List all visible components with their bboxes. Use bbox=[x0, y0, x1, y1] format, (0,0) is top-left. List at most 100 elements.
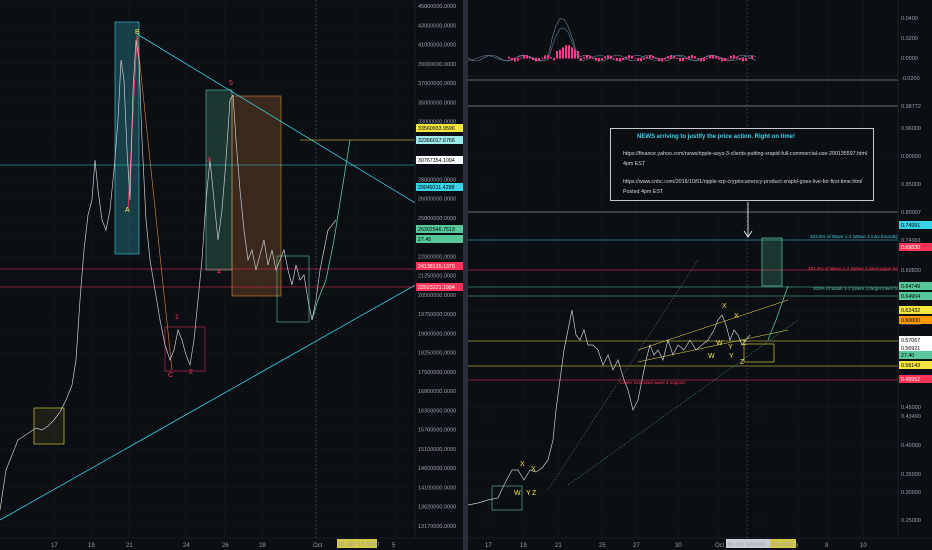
indicator-bar bbox=[727, 58, 729, 59]
wxyz-box-2 bbox=[743, 343, 775, 363]
indicator-bar bbox=[520, 57, 522, 59]
fib-label-200: 200% of Wave 1-2 (wave 3 target lower bo… bbox=[813, 286, 912, 291]
indicator-bar bbox=[535, 58, 537, 62]
indicator-tick: -0.0200 bbox=[901, 76, 920, 82]
indicator-bar bbox=[664, 58, 666, 60]
indicator-bar bbox=[583, 57, 585, 59]
right-crosshair-time2: 23:30 bbox=[780, 542, 793, 548]
wave-label-x1: X bbox=[520, 461, 525, 468]
wave-label-y1: Y bbox=[526, 490, 531, 497]
wave-label-x3: X bbox=[722, 303, 727, 310]
wave-3-box bbox=[205, 89, 233, 271]
indicator-bar bbox=[706, 58, 708, 59]
left-price-tick: 22000000.0000 bbox=[418, 254, 456, 260]
wave-label-1: 1 bbox=[175, 314, 179, 321]
wave-label-w1: W bbox=[514, 490, 521, 497]
indicator-bar bbox=[673, 56, 675, 59]
indicator-bar bbox=[577, 50, 579, 59]
right-price-tick: 0.96000 bbox=[901, 126, 921, 132]
wave-label-w2: W bbox=[708, 353, 715, 360]
indicator-bar bbox=[574, 49, 576, 59]
indicator-bar bbox=[637, 58, 639, 61]
indicator-tick: 0.0000 bbox=[901, 56, 918, 62]
left-price-tick: 17500000.0000 bbox=[418, 370, 456, 376]
right-date-tick: 27 bbox=[633, 543, 640, 549]
indicator-bar bbox=[700, 58, 702, 62]
right-date-axis[interactable]: 171921252730Oct46810 bbox=[485, 543, 867, 549]
news-time-1: 4pm EST bbox=[623, 161, 646, 167]
indicator-bar bbox=[643, 58, 645, 60]
indicator-bar bbox=[508, 56, 510, 59]
right-price-tick: 0.35000 bbox=[901, 472, 921, 478]
left-price-tick: 19750000.0000 bbox=[418, 312, 456, 318]
price-series bbox=[468, 309, 751, 506]
indicator-bar bbox=[631, 55, 633, 59]
support-trendline bbox=[0, 257, 463, 521]
indicator-bar bbox=[511, 58, 513, 60]
left-price-tag-text: 22923221.1984 bbox=[418, 285, 455, 291]
indicator-bar bbox=[547, 55, 549, 59]
right-price-tag-text: 0.62432 bbox=[901, 308, 920, 314]
indicator-tick: 0.0200 bbox=[901, 36, 918, 42]
indicator-bar bbox=[619, 58, 621, 62]
right-date-tick: 19 bbox=[520, 543, 527, 549]
indicator-bar bbox=[724, 58, 726, 61]
left-date-tick: 24 bbox=[183, 543, 190, 549]
indicator-bar bbox=[607, 55, 609, 59]
wave-b-c-line bbox=[136, 35, 173, 371]
right-price-tag-text: 0.74991 bbox=[901, 223, 920, 229]
left-price-tick: 28000000.0000 bbox=[418, 177, 456, 183]
wave-label-c: C bbox=[168, 372, 173, 379]
wave-3-target-box bbox=[761, 237, 783, 287]
right-price-tick: 0.90000 bbox=[901, 154, 921, 160]
right-price-tag-text: 0.49952 bbox=[901, 377, 920, 383]
indicator-bar bbox=[625, 56, 627, 59]
indicator-bar bbox=[655, 58, 657, 59]
indicator-bar bbox=[730, 55, 732, 59]
right-price-tag-text: 0.56143 bbox=[901, 363, 920, 369]
left-date-tick: 21 bbox=[126, 543, 133, 549]
wave-label-a: A bbox=[125, 207, 130, 214]
indicator-bar bbox=[736, 56, 738, 59]
indicator-bar bbox=[610, 55, 612, 59]
right-date-tick: 10 bbox=[860, 543, 867, 549]
right-chart-pane[interactable]: 323.6% of Wave 1-2 (Wave 3 max bounds) 2… bbox=[468, 0, 932, 550]
indicator-bar bbox=[718, 58, 720, 60]
indicator-bar bbox=[628, 55, 630, 59]
indicator-bar bbox=[595, 58, 597, 61]
indicator-bar bbox=[616, 58, 618, 61]
news-annotation-box[interactable]: NEWS arriving to justify the price actio… bbox=[610, 128, 874, 201]
right-date-tick: 21 bbox=[555, 543, 562, 549]
left-date-tick: 5 bbox=[392, 543, 396, 549]
right-price-tick: 0.25000 bbox=[901, 518, 921, 524]
indicator-bar bbox=[739, 58, 741, 60]
right-price-tick: 0.85000 bbox=[901, 182, 921, 188]
indicator-bar bbox=[715, 56, 717, 59]
right-price-tag-text: 0.64904 bbox=[901, 294, 920, 300]
indicator-bar bbox=[658, 58, 660, 62]
right-price-chart[interactable]: 323.6% of Wave 1-2 (Wave 3 max bounds) 2… bbox=[468, 0, 932, 550]
right-date-tick: 30 bbox=[675, 543, 682, 549]
news-link-1[interactable]: https://finance.yahoo.com/news/ripple-sa… bbox=[623, 151, 867, 157]
consolidation-box bbox=[33, 407, 65, 445]
channel-upper bbox=[637, 299, 789, 351]
left-price-tick: 16800000.0000 bbox=[418, 389, 456, 395]
left-price-tag-text: 33560933.9596 bbox=[418, 126, 455, 132]
indicator-bar bbox=[685, 58, 687, 60]
left-price-tag-text: 29049211.4298 bbox=[418, 185, 454, 191]
left-price-chart[interactable]: B A C 1 2 3 4 5 45000000.0000 43000000.00… bbox=[0, 0, 463, 550]
left-chart-pane[interactable]: B A C 1 2 3 4 5 45000000.0000 43000000.00… bbox=[0, 0, 463, 550]
indicator-bar bbox=[676, 58, 678, 60]
news-link-2[interactable]: https://www.cnbc.com/2018/10/01/ripple-x… bbox=[623, 179, 862, 185]
right-date-tick: 8 bbox=[825, 543, 829, 549]
left-date-tick: 19 bbox=[88, 543, 95, 549]
right-crosshair-date2: 18 bbox=[772, 542, 778, 548]
right-crosshair-time: 16:00 bbox=[752, 542, 765, 548]
indicator-bar bbox=[601, 58, 603, 61]
news-title: NEWS arriving to justify the price actio… bbox=[637, 134, 796, 140]
indicator-bar bbox=[688, 56, 690, 59]
indicator-bar bbox=[571, 47, 573, 59]
support-diagonal bbox=[567, 319, 799, 486]
indicator-bar bbox=[556, 50, 558, 59]
left-price-tick: 15100000.0000 bbox=[418, 447, 456, 453]
